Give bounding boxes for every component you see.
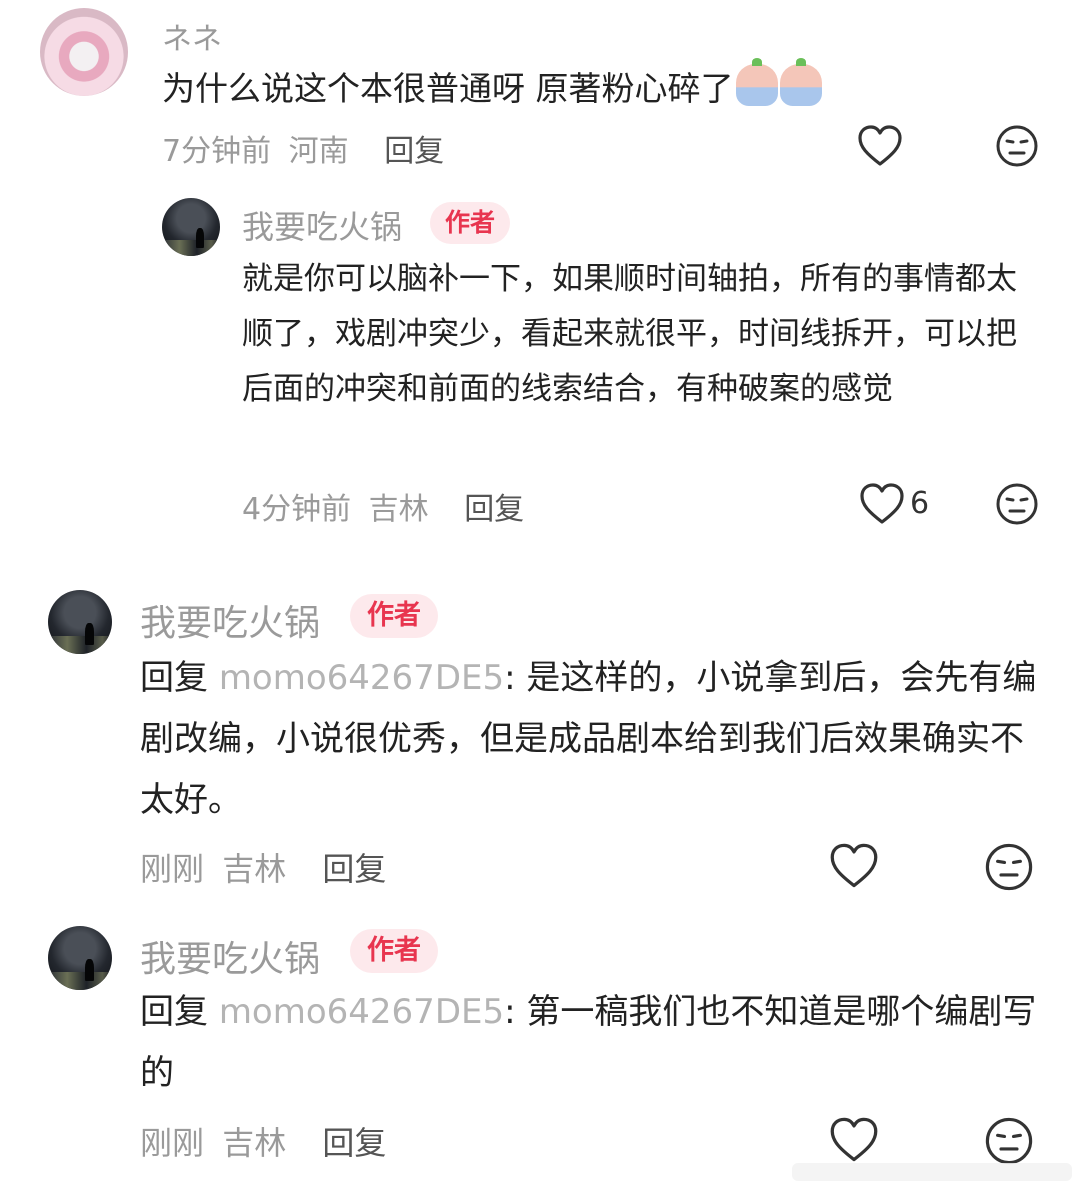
comment-text: 为什么说这个本很普通呀 原著粉心碎了 — [162, 58, 1042, 113]
author-badge: 作者 — [350, 929, 438, 973]
mention-link[interactable]: momo64267DE5 — [219, 992, 504, 1032]
heart-icon[interactable] — [829, 842, 879, 890]
author-badge: 作者 — [430, 202, 510, 244]
heart-icon[interactable] — [859, 482, 905, 526]
reply-prefix: 回复 — [140, 658, 208, 698]
watermark-logo — [792, 1163, 1072, 1181]
reply-prefix: 回复 — [140, 992, 208, 1032]
crying-emoji-icon — [779, 58, 822, 106]
timestamp: 4分钟前 — [242, 492, 352, 527]
crying-emoji-icon — [735, 58, 778, 106]
location: 吉林 — [222, 850, 287, 888]
like-count: 6 — [910, 486, 930, 521]
reply-button[interactable]: 回复 — [322, 1124, 386, 1162]
comment-meta: 4分钟前 吉林 回复 — [242, 484, 524, 528]
comment-meta: 7分钟前 河南 回复 — [162, 126, 444, 170]
location: 吉林 — [368, 492, 429, 527]
commenter-name[interactable]: 我要吃火锅 — [140, 930, 320, 982]
heart-icon[interactable] — [857, 124, 903, 168]
commenter-name[interactable]: 我要吃火锅 — [140, 594, 320, 646]
location: 河南 — [288, 134, 349, 169]
comment-text: 回复 momo64267DE5: 第一稿我们也不知道是哪个编剧写的 — [140, 982, 1040, 1104]
comment-text: 就是你可以脑补一下，如果顺时间轴拍，所有的事情都太顺了，戏剧冲突少，看起来就很平… — [242, 261, 1017, 407]
author-badge: 作者 — [350, 594, 438, 638]
location: 吉林 — [222, 1124, 287, 1162]
comment-meta: 刚刚 吉林 回复 — [140, 1118, 386, 1164]
heart-icon[interactable] — [829, 1116, 879, 1164]
comment-text-body: 为什么说这个本很普通呀 原著粉心碎了 — [162, 69, 734, 108]
avatar[interactable] — [48, 590, 112, 654]
timestamp: 刚刚 — [140, 1124, 205, 1162]
dislike-face-icon[interactable] — [995, 482, 1039, 526]
timestamp: 刚刚 — [140, 850, 205, 888]
mention-link[interactable]: momo64267DE5 — [219, 658, 504, 698]
reply-button[interactable]: 回复 — [322, 850, 386, 888]
avatar[interactable] — [162, 198, 220, 256]
comment-text: 回复 momo64267DE5: 是这样的，小说拿到后，会先有编剧改编，小说很优… — [140, 648, 1040, 831]
reply-button[interactable]: 回复 — [384, 134, 444, 169]
commenter-name[interactable]: ネネ — [162, 14, 222, 58]
timestamp: 7分钟前 — [162, 134, 272, 169]
avatar[interactable] — [40, 8, 128, 96]
comment-meta: 刚刚 吉林 回复 — [140, 844, 386, 890]
reply-button[interactable]: 回复 — [464, 492, 524, 527]
commenter-name[interactable]: 我要吃火锅 — [242, 202, 402, 248]
dislike-face-icon[interactable] — [995, 124, 1039, 168]
dislike-face-icon[interactable] — [984, 842, 1034, 892]
avatar[interactable] — [48, 926, 112, 990]
